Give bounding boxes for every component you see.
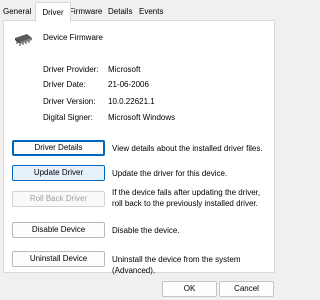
- driver-version-value: 10.0.22621.1: [108, 97, 155, 106]
- driver-date-label: Driver Date:: [43, 80, 86, 89]
- cancel-button[interactable]: Cancel: [219, 281, 274, 297]
- tab-details[interactable]: Details: [108, 5, 132, 19]
- roll-back-driver-button[interactable]: Roll Back Driver: [12, 191, 105, 207]
- digital-signer-label: Digital Signer:: [43, 113, 93, 122]
- tab-firmware[interactable]: Firmware: [69, 5, 102, 19]
- tab-bar: General Driver Firmware Details Events: [0, 0, 277, 22]
- tab-driver[interactable]: Driver: [35, 2, 71, 22]
- update-driver-description: Update the driver for this device.: [112, 169, 228, 178]
- driver-details-description: View details about the installed driver …: [112, 144, 263, 153]
- tab-events[interactable]: Events: [139, 5, 163, 19]
- driver-provider-value: Microsoft: [108, 65, 141, 74]
- chip-icon: [12, 32, 34, 48]
- driver-panel: Device Firmware Driver Provider: Microso…: [3, 20, 275, 275]
- driver-details-button[interactable]: Driver Details: [12, 140, 105, 156]
- driver-provider-label: Driver Provider:: [43, 65, 99, 74]
- disable-device-button[interactable]: Disable Device: [12, 222, 105, 238]
- ok-button[interactable]: OK: [162, 281, 217, 297]
- device-name: Device Firmware: [43, 33, 104, 42]
- disable-device-description: Disable the device.: [112, 226, 180, 235]
- driver-date-value: 21-06-2006: [108, 80, 149, 89]
- driver-version-label: Driver Version:: [43, 97, 96, 106]
- digital-signer-value: Microsoft Windows: [108, 113, 176, 122]
- tab-general[interactable]: General: [3, 5, 31, 19]
- uninstall-device-button[interactable]: Uninstall Device: [12, 251, 105, 267]
- update-driver-button[interactable]: Update Driver: [12, 165, 105, 181]
- roll-back-driver-description: If the device fails after updating the d…: [112, 188, 261, 208]
- uninstall-device-description: Uninstall the device from the system (Ad…: [112, 255, 241, 275]
